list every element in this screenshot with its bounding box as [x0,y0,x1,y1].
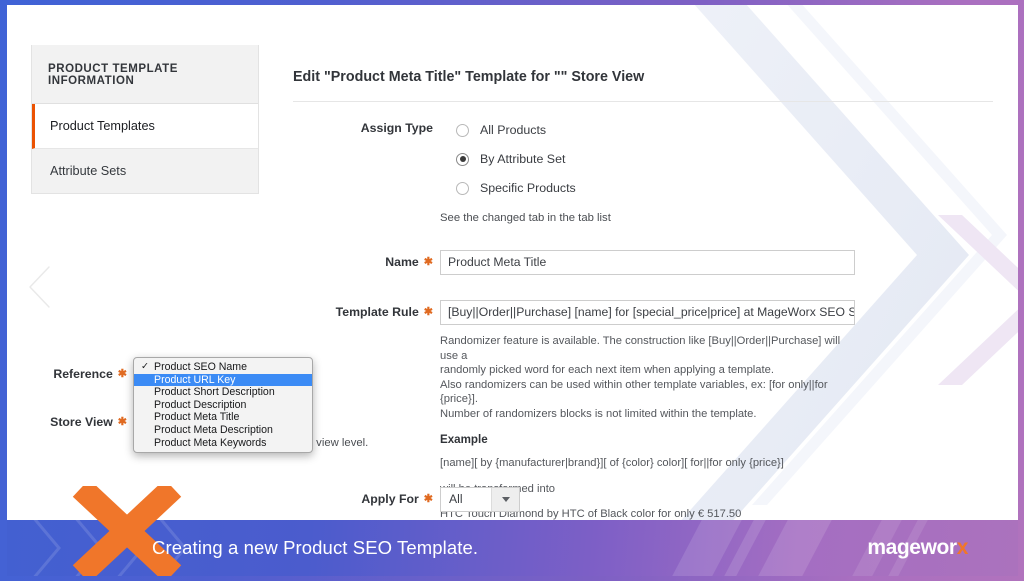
dropdown-item-product-meta-title[interactable]: Product Meta Title [134,411,312,424]
dropdown-item-product-meta-keywords[interactable]: Product Meta Keywords [134,437,312,450]
template-rule-input[interactable]: [Buy||Order||Purchase] [name] for [speci… [440,300,855,325]
product-template-information-panel: PRODUCT TEMPLATE INFORMATION Product Tem… [31,45,259,194]
dropdown-item-label: Product URL Key [154,374,235,386]
example-heading: Example [440,433,858,448]
radio-by-attribute-set[interactable]: By Attribute Set [456,145,576,173]
reference-dropdown-menu[interactable]: ✓ Product SEO Name Product URL Key Produ… [133,357,313,453]
apply-for-select[interactable]: All [440,487,520,512]
dropdown-item-label: Product Meta Keywords [154,437,266,449]
apply-for-label: Apply For✱ [293,492,433,506]
dropdown-item-label: Product Meta Title [154,411,239,423]
logo-text: magewor [867,536,956,559]
apply-for-value: All [441,488,491,511]
banner-caption: Creating a new Product SEO Template. [152,537,478,559]
previous-slide-button[interactable] [19,260,63,314]
panel-title: PRODUCT TEMPLATE INFORMATION [32,45,258,104]
bottom-banner: Creating a new Product SEO Template. mag… [7,520,1018,576]
assign-type-note: See the changed tab in the tab list [440,212,611,224]
logo-accent: x [957,536,968,559]
required-mark: ✱ [424,256,433,268]
dropdown-item-product-seo-name[interactable]: ✓ Product SEO Name [134,361,312,374]
dropdown-item-product-url-key[interactable]: Product URL Key [134,374,312,387]
sidebar-item-attribute-sets[interactable]: Attribute Sets [32,149,258,193]
dropdown-item-label: Product SEO Name [154,361,247,373]
reference-label: Reference✱ [27,367,127,381]
sidebar-item-product-templates[interactable]: Product Templates [32,104,258,149]
help-line-1: Randomizer feature is available. The con… [440,334,858,363]
radio-specific-products[interactable]: Specific Products [456,174,576,202]
dropdown-item-product-short-description[interactable]: Product Short Description [134,386,312,399]
slide-frame: PRODUCT TEMPLATE INFORMATION Product Tem… [0,0,1024,581]
radio-icon [456,124,469,137]
help-line-4: Number of randomizers blocks is not limi… [440,407,858,422]
page-title: Edit "Product Meta Title" Template for "… [293,69,993,102]
chevron-watermark-small [928,205,1018,395]
dropdown-item-label: Product Description [154,399,246,411]
dropdown-item-label: Product Meta Description [154,424,273,436]
example-input: [name][ by {manufacturer|brand}][ of {co… [440,456,858,471]
check-icon: ✓ [141,361,149,374]
radio-all-products[interactable]: All Products [456,116,576,144]
required-mark: ✱ [118,416,127,428]
assign-type-radio-group: All Products By Attribute Set Specific P… [456,116,576,203]
required-mark: ✱ [424,306,433,318]
name-input[interactable]: Product Meta Title [440,250,855,275]
template-rule-label: Template Rule✱ [293,305,433,319]
radio-icon-selected [456,153,469,166]
required-mark: ✱ [118,368,127,380]
assign-type-label: Assign Type [293,121,433,135]
chevron-down-icon [491,488,519,511]
sidebar-item-label: Product Templates [50,119,155,133]
dropdown-item-product-meta-description[interactable]: Product Meta Description [134,424,312,437]
mageworx-logo: mageworx [867,536,968,560]
edit-template-form: Edit "Product Meta Title" Template for "… [293,69,998,102]
dropdown-item-product-description[interactable]: Product Description [134,399,312,412]
radio-icon [456,182,469,195]
help-line-2: randomly picked word for each next item … [440,363,858,378]
sidebar-item-label: Attribute Sets [50,164,126,178]
slide-stage: PRODUCT TEMPLATE INFORMATION Product Tem… [7,5,1018,576]
dropdown-item-label: Product Short Description [154,386,275,398]
name-label: Name✱ [293,255,433,269]
required-mark: ✱ [424,493,433,505]
help-line-3: Also randomizers can be used within othe… [440,378,858,407]
store-view-label: Store View✱ [27,415,127,429]
